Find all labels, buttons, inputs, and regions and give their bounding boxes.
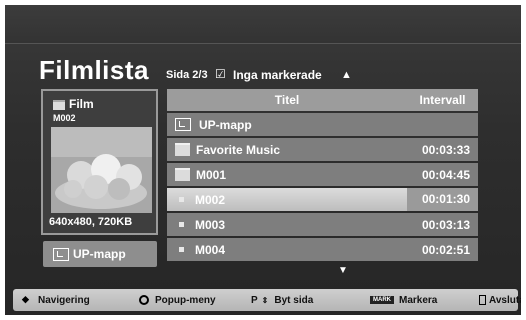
page-indicator: Sida 2/3 — [166, 69, 208, 81]
help-page-label: Byt sida — [274, 294, 314, 306]
table-header: Titel Intervall — [167, 89, 478, 111]
top-band — [5, 5, 521, 44]
table-row[interactable]: M003 00:03:13 — [167, 213, 478, 236]
up-folder-button[interactable]: UP-mapp — [43, 241, 157, 267]
row-interval: 00:02:51 — [421, 242, 470, 257]
table-row[interactable]: Favorite Music 00:03:33 — [167, 138, 478, 161]
row-title-cell: M004 — [167, 243, 407, 257]
up-folder-icon — [175, 118, 191, 131]
row-title: M001 — [196, 167, 227, 182]
folder-icon — [53, 99, 65, 110]
up-folder-button-label: UP-mapp — [73, 247, 126, 261]
table-row[interactable]: M002 00:01:30 — [167, 188, 478, 211]
help-popup-label: Popup-meny — [155, 294, 216, 306]
column-interval: Intervall — [419, 93, 466, 107]
selection-status: Inga markerade — [233, 68, 322, 82]
preview-panel: Film M002 640x480, 720KB — [41, 89, 158, 235]
file-icon — [179, 222, 184, 227]
row-title: M003 — [195, 217, 226, 232]
help-exit: Avsluta — [479, 295, 521, 306]
help-bar: Navigering Popup-meny P ⇕ Byt sida MARK … — [13, 289, 521, 311]
movie-list-screen: Filmlista Sida 2/3 ☑ Inga markerade ▲ Fi… — [5, 5, 521, 315]
row-title: M004 — [195, 242, 226, 257]
mark-key-icon: MARK — [370, 296, 394, 304]
row-title: M002 — [195, 192, 226, 207]
preview-item-code: M002 — [53, 113, 76, 123]
row-interval: 00:01:30 — [407, 188, 478, 211]
scroll-up-arrow-icon[interactable]: ▲ — [341, 69, 352, 81]
page-updown-icon: ⇕ — [261, 295, 269, 305]
checkbox-icon: ☑ — [215, 67, 226, 81]
file-icon — [179, 197, 184, 202]
row-title: UP-mapp — [199, 117, 252, 132]
help-page: P ⇕ Byt sida — [251, 295, 313, 306]
row-interval: 00:03:33 — [421, 142, 470, 157]
preview-resolution: 640x480, 720KB — [49, 216, 133, 228]
row-title-cell: UP-mapp — [167, 118, 407, 132]
row-title: Favorite Music — [196, 142, 281, 157]
row-title-cell: M002 — [167, 193, 407, 207]
help-popup: Popup-meny — [139, 295, 216, 306]
folder-icon — [175, 168, 190, 181]
help-nav-label: Navigering — [38, 294, 90, 306]
up-folder-icon — [53, 247, 69, 261]
preview-type-label: Film — [69, 97, 94, 111]
preview-thumbnail — [51, 127, 152, 213]
row-title-cell: Favorite Music — [167, 143, 407, 157]
row-title-cell: M001 — [167, 168, 407, 182]
row-interval: 00:03:13 — [421, 217, 470, 232]
table-row[interactable]: M001 00:04:45 — [167, 163, 478, 186]
column-title: Titel — [274, 93, 300, 107]
table-row[interactable]: UP-mapp — [167, 113, 478, 136]
row-title-cell: M003 — [167, 218, 407, 232]
preview-type: Film — [53, 97, 94, 111]
page-key-icon: P — [251, 294, 258, 306]
exit-icon — [479, 295, 486, 305]
help-exit-label: Avsluta — [489, 294, 521, 306]
table-row[interactable]: M004 00:02:51 — [167, 238, 478, 261]
scroll-down-arrow-icon[interactable]: ▼ — [338, 265, 348, 276]
help-mark: MARK Markera — [370, 295, 437, 306]
folder-icon — [175, 143, 190, 156]
row-interval: 00:04:45 — [421, 167, 470, 182]
ok-button-icon — [139, 295, 149, 305]
help-mark-label: Markera — [399, 294, 438, 306]
navigation-icon — [21, 294, 33, 306]
file-icon — [179, 247, 184, 252]
file-table: Titel Intervall UP-mapp Favorite Music 00:… — [167, 89, 478, 261]
help-nav: Navigering — [21, 294, 90, 306]
page-title: Filmlista — [39, 55, 149, 85]
